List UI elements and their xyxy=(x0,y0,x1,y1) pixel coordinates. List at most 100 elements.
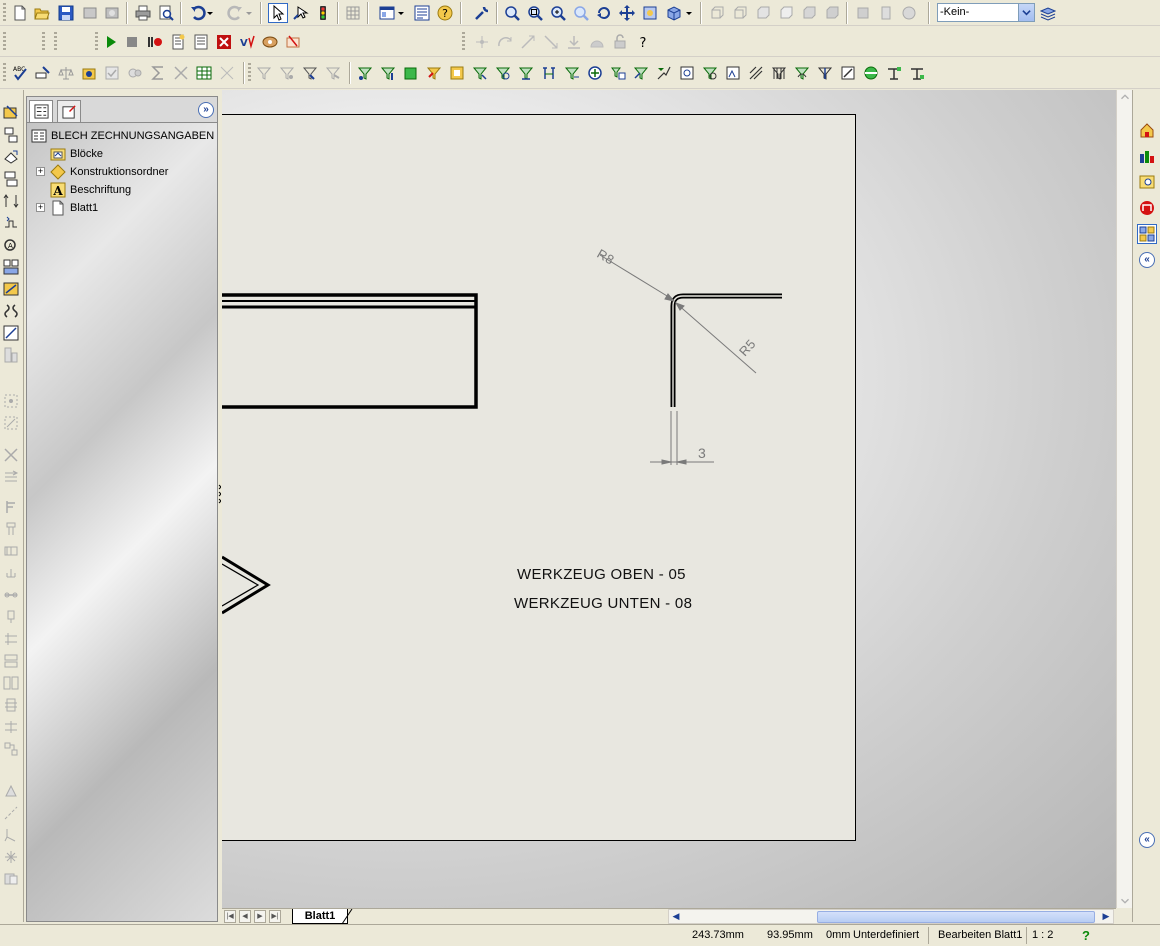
cut-icon[interactable] xyxy=(171,63,191,83)
filter-center-icon[interactable] xyxy=(677,63,697,83)
revision-symbol-icon[interactable] xyxy=(2,848,20,866)
filter-hole-icon[interactable] xyxy=(631,63,651,83)
aligned-section-icon[interactable] xyxy=(2,192,20,210)
filter-bom-icon[interactable] xyxy=(723,63,743,83)
filter-symbol-icon[interactable] xyxy=(792,63,812,83)
home-icon[interactable] xyxy=(1137,120,1157,140)
stop-macro-icon[interactable] xyxy=(122,32,142,52)
chevron-down-icon[interactable] xyxy=(1018,4,1034,21)
task-pane-collapse-button[interactable]: « xyxy=(1139,832,1155,848)
line-icon[interactable] xyxy=(518,32,538,52)
center-mark-icon[interactable] xyxy=(2,782,20,800)
filter-datum-icon[interactable] xyxy=(516,63,536,83)
filter-dimension-icon[interactable] xyxy=(447,63,467,83)
arc-icon[interactable] xyxy=(495,32,515,52)
new-document-icon[interactable] xyxy=(10,3,30,23)
model-view-icon[interactable] xyxy=(2,104,20,122)
tool-top-note[interactable]: WERKZEUG OBEN - 05 xyxy=(517,566,686,583)
layer-combo[interactable]: -Kein- xyxy=(937,3,1035,22)
play-macro-icon[interactable] xyxy=(101,32,121,52)
expand-toggle[interactable]: + xyxy=(36,203,45,212)
custom-command-icon[interactable] xyxy=(260,32,280,52)
alternate-position-icon[interactable] xyxy=(2,280,20,298)
relative-view-icon[interactable] xyxy=(2,324,20,342)
filter-origin-icon[interactable] xyxy=(815,63,835,83)
horizontal-scrollbar[interactable]: ◀ ▶ xyxy=(668,909,1114,924)
weld-symbol-icon[interactable] xyxy=(2,586,20,604)
pan-icon[interactable] xyxy=(617,3,637,23)
print-icon[interactable] xyxy=(133,3,153,23)
chamfer-dimension-icon[interactable] xyxy=(2,468,20,486)
settings-icon[interactable] xyxy=(283,32,303,52)
toolbar-grip[interactable] xyxy=(3,32,6,52)
view-orientation-dropdown-icon[interactable] xyxy=(684,3,694,23)
panel-splitter[interactable] xyxy=(217,484,222,506)
filter-sketch-icon[interactable] xyxy=(424,63,444,83)
print-preview-icon[interactable] xyxy=(156,3,176,23)
filter-datum-target-icon[interactable] xyxy=(769,63,789,83)
filter-axis-icon[interactable] xyxy=(378,63,398,83)
next-sheet-icon[interactable]: ▶ xyxy=(254,910,266,923)
wrench-icon[interactable] xyxy=(472,3,492,23)
redraw-icon[interactable] xyxy=(640,3,660,23)
tree-item-beschriftung[interactable]: A Beschriftung xyxy=(50,181,131,198)
spell-check-icon[interactable]: ABC xyxy=(10,63,30,83)
drawing-sheet[interactable]: R8 R5 3 WERKZEUG OBEN - 05 WERKZEUG UNTE… xyxy=(222,114,856,841)
scroll-down-icon[interactable] xyxy=(1117,894,1133,908)
filter-vertex-icon[interactable] xyxy=(277,63,297,83)
detail-view-icon[interactable] xyxy=(2,214,20,232)
toolbar-grip[interactable] xyxy=(3,63,6,83)
collapse-panel-button[interactable]: » xyxy=(198,102,214,118)
bent-profile[interactable] xyxy=(670,293,782,407)
expand-toggle[interactable]: + xyxy=(36,167,45,176)
radius-dimension-inner[interactable] xyxy=(674,302,757,374)
scroll-left-icon[interactable]: ◀ xyxy=(669,910,683,923)
filter-face-icon[interactable] xyxy=(323,63,343,83)
filter-all-icon[interactable] xyxy=(861,63,881,83)
zoom-area-icon[interactable] xyxy=(525,3,545,23)
scroll-up-icon[interactable] xyxy=(1117,90,1133,104)
edit-macro-icon[interactable] xyxy=(191,32,211,52)
tree-item-blatt1[interactable]: Blatt1 xyxy=(50,199,98,216)
zoom-in-out-icon[interactable] xyxy=(548,3,568,23)
view-layout-dropdown-icon[interactable] xyxy=(396,3,406,23)
smart-dimension-icon[interactable] xyxy=(2,392,20,410)
datum-feature-icon[interactable] xyxy=(2,630,20,648)
thickness-label[interactable]: 3 xyxy=(698,445,706,461)
magnetic-line-icon[interactable] xyxy=(2,870,20,888)
resources-icon[interactable] xyxy=(1137,146,1157,166)
status-scale[interactable]: 1 : 2 xyxy=(1032,929,1053,941)
projected-view-icon[interactable] xyxy=(2,126,20,144)
close-macro-icon[interactable] xyxy=(214,32,234,52)
previous-sheet-icon[interactable]: ◀ xyxy=(239,910,251,923)
front-view-icon[interactable] xyxy=(707,3,727,23)
filter-icon[interactable] xyxy=(254,63,274,83)
scroll-right-icon[interactable]: ▶ xyxy=(1099,910,1113,923)
tree-root[interactable]: BLECH ZECHNUNGSANGABEN xyxy=(31,127,214,144)
last-sheet-icon[interactable]: ▶| xyxy=(269,910,281,923)
mass-properties-icon[interactable] xyxy=(79,63,99,83)
drawing-view-left[interactable] xyxy=(222,293,478,409)
smart-select-icon[interactable] xyxy=(291,3,311,23)
view-palette-icon[interactable] xyxy=(1137,224,1157,244)
area-hatch-icon[interactable] xyxy=(2,826,20,844)
vertical-scrollbar[interactable] xyxy=(1116,90,1132,908)
zoom-to-fit-icon[interactable] xyxy=(502,3,522,23)
section-icon[interactable] xyxy=(125,63,145,83)
table-icon[interactable] xyxy=(194,63,214,83)
filter-gtol-icon[interactable] xyxy=(700,63,720,83)
left-view-icon[interactable] xyxy=(753,3,773,23)
section-view-icon[interactable] xyxy=(2,170,20,188)
filter-table-icon[interactable] xyxy=(608,63,628,83)
horizontal-dimension-icon[interactable] xyxy=(2,414,20,432)
hole-callout-icon[interactable] xyxy=(2,674,20,692)
auxiliary-view-icon[interactable] xyxy=(2,148,20,166)
filter-plane-icon[interactable] xyxy=(401,63,421,83)
graphics-area[interactable]: R8 R5 3 WERKZEUG OBEN - 05 WERKZEUG UNTE… xyxy=(222,90,1116,908)
view-orientation-icon[interactable] xyxy=(664,3,684,23)
design-library-icon[interactable] xyxy=(1137,198,1157,218)
filter-balloon-icon[interactable] xyxy=(493,63,513,83)
wireframe-icon[interactable] xyxy=(876,3,896,23)
filter-note-icon[interactable] xyxy=(470,63,490,83)
toolbar-grip[interactable] xyxy=(54,32,57,52)
